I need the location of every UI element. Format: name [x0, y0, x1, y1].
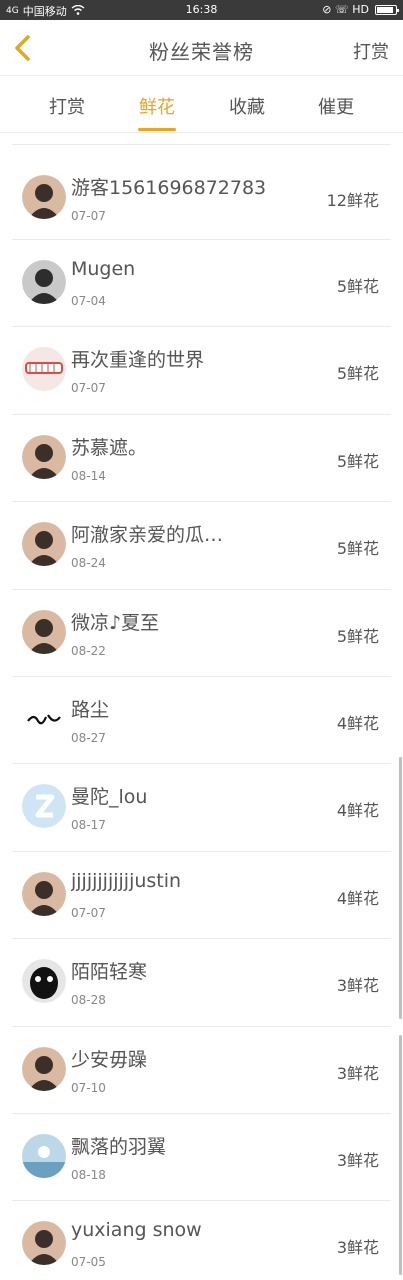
status-icons: ⊘ ☏ HD [322, 3, 369, 16]
fan-date: 07-04 [71, 294, 106, 308]
avatar[interactable] [22, 1133, 66, 1178]
fan-name: 苏慕遮。 [71, 436, 148, 459]
flower-count: 4鲜花 [336, 888, 379, 908]
list-item[interactable]: 陌陌轻寒 08-28 3鲜花 [12, 939, 391, 1027]
scrollbar[interactable] [399, 757, 402, 1019]
flower-count: 4鲜花 [336, 713, 379, 733]
list-item[interactable]: 路尘 08-27 4鲜花 [12, 677, 391, 765]
tab-favorites[interactable]: 收藏 [207, 93, 287, 119]
flower-count: 3鲜花 [336, 1150, 379, 1170]
list-item[interactable]: 曼陀_lou 08-17 4鲜花 [12, 764, 391, 852]
fan-date: 08-18 [71, 1167, 106, 1182]
avatar[interactable] [22, 434, 66, 479]
person-icon [22, 1046, 66, 1091]
calligraphy-icon [22, 696, 66, 741]
fan-name: Mugen [71, 258, 136, 280]
active-tab-indicator [138, 128, 176, 131]
scene-icon [22, 1133, 66, 1178]
tab-reward[interactable]: 打赏 [27, 93, 107, 119]
person-icon [22, 1221, 66, 1266]
list-item[interactable]: 微凉♪夏至 08-22 5鲜花 [12, 590, 391, 677]
person-icon [22, 434, 66, 479]
fan-date: 07-07 [71, 905, 106, 920]
avatar[interactable] [22, 784, 66, 829]
list-item[interactable]: Mugen 07-04 5鲜花 [12, 240, 391, 328]
fan-name: yuxiang snow [71, 1219, 202, 1242]
avatar[interactable] [22, 522, 66, 567]
fan-name: 阿澈家亲爱的瓜… [71, 524, 224, 547]
default-icon [22, 784, 66, 829]
person-icon [22, 609, 66, 654]
flower-count: 3鲜花 [336, 1238, 379, 1258]
flower-count: 4鲜花 [336, 801, 379, 821]
person-icon [22, 522, 66, 567]
avatar[interactable] [22, 871, 66, 916]
avatar[interactable] [22, 1046, 66, 1091]
flower-count: 3鲜花 [336, 976, 379, 996]
fan-date: 07-07 [71, 381, 106, 396]
battery-icon [375, 4, 399, 15]
fan-name: 陌陌轻寒 [71, 961, 148, 984]
fan-name: 微凉♪夏至 [71, 611, 160, 634]
list-item[interactable]: 游客1561696872783 07-07 12鲜花 [12, 144, 391, 240]
fan-name: 游客1561696872783 [71, 177, 267, 199]
avatar[interactable] [22, 1221, 66, 1266]
list-item[interactable]: 苏慕遮。 08-14 5鲜花 [12, 415, 391, 503]
fan-date: 08-22 [71, 643, 106, 658]
flower-count: 5鲜花 [336, 451, 379, 471]
fan-name: 路尘 [71, 698, 110, 721]
list-item[interactable]: yuxiang snow 07-05 3鲜花 [12, 1201, 391, 1280]
status-bar: 4G 中国移动 16:38 ⊘ ☏ HD [0, 0, 403, 20]
person-icon [22, 871, 66, 916]
flower-count: 3鲜花 [336, 1063, 379, 1083]
tab-flowers[interactable]: 鲜花 [117, 93, 197, 119]
scrollbar-lower[interactable] [399, 1035, 402, 1275]
list-item[interactable]: 少安毋躁 07-10 3鲜花 [12, 1027, 391, 1114]
nav-bar: 粉丝荣誉榜 打赏 [0, 20, 403, 76]
fan-name: 少安毋躁 [71, 1048, 148, 1071]
avatar[interactable] [22, 347, 66, 392]
fan-list: 游客1561696872783 07-07 12鲜花 Mugen 07-04 5… [0, 134, 403, 1280]
avatar[interactable] [22, 609, 66, 654]
list-item[interactable]: 飘落的羽翼 08-18 3鲜花 [12, 1114, 391, 1202]
teeth-icon [22, 347, 66, 392]
animal-icon [22, 959, 66, 1004]
tab-bar: 打赏 鲜花 收藏 催更 [0, 77, 403, 133]
fan-date: 08-28 [71, 993, 106, 1008]
list-item[interactable]: 阿澈家亲爱的瓜… 08-24 5鲜花 [12, 502, 391, 590]
avatar[interactable] [22, 696, 66, 741]
reward-button[interactable]: 打赏 [353, 38, 389, 64]
fan-date: 08-14 [71, 468, 106, 483]
list-item[interactable]: 再次重逢的世界 07-07 5鲜花 [12, 327, 391, 415]
flower-count: 5鲜花 [336, 277, 379, 296]
list-item[interactable]: jjjjjjjjjjjjustin 07-07 4鲜花 [12, 852, 391, 940]
fan-date: 07-05 [71, 1255, 106, 1270]
fan-name: 飘落的羽翼 [71, 1135, 167, 1158]
avatar[interactable] [22, 175, 66, 219]
flower-count: 5鲜花 [336, 626, 379, 646]
tab-urge[interactable]: 催更 [296, 93, 376, 119]
fan-date: 07-10 [71, 1080, 106, 1095]
flower-count: 5鲜花 [336, 539, 379, 559]
flower-count: 12鲜花 [326, 191, 379, 210]
fan-date: 08-24 [71, 556, 106, 571]
person-icon [22, 175, 66, 219]
fan-date: 08-27 [71, 730, 106, 745]
page-title: 粉丝荣誉榜 [149, 40, 254, 64]
fan-name: jjjjjjjjjjjjustin [71, 869, 182, 892]
avatar[interactable] [22, 959, 66, 1004]
anime-icon [22, 260, 66, 304]
avatar[interactable] [22, 260, 66, 304]
fan-date: 07-07 [71, 209, 106, 223]
fan-name: 曼陀_lou [71, 786, 148, 809]
fan-name: 再次重逢的世界 [71, 349, 205, 372]
flower-count: 5鲜花 [336, 364, 379, 384]
fan-date: 08-17 [71, 818, 106, 833]
